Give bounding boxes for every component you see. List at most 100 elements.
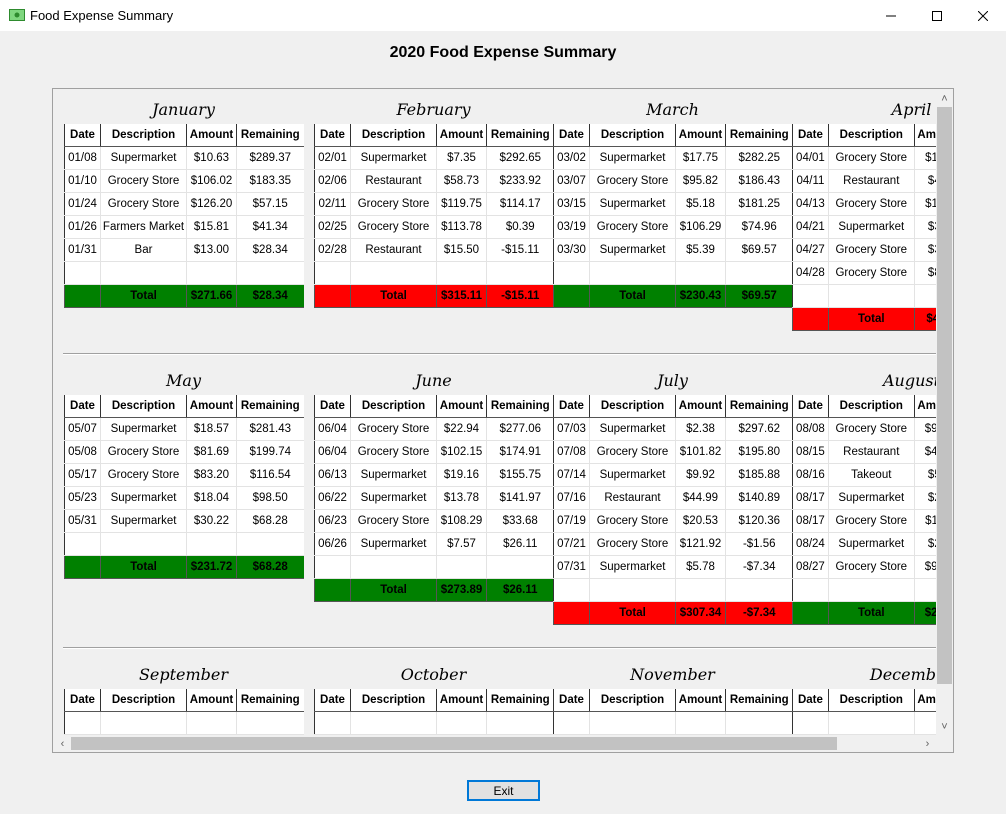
table-cell: $13.00	[186, 238, 237, 262]
table-row: 06/04 Grocery Store $102.15 $174.91	[314, 440, 554, 464]
table-cell: $15.81	[186, 215, 237, 239]
table-cell: $199.74	[236, 440, 304, 464]
table-cell	[236, 261, 304, 285]
header-row: DateDescriptionAmountRemaining	[792, 395, 937, 418]
table-cell: $96.3	[913, 417, 937, 441]
total-label: Total	[350, 578, 437, 602]
table-cell	[792, 307, 829, 331]
table-cell: $195.80	[725, 440, 793, 464]
horizontal-scroll-thumb[interactable]	[71, 737, 837, 750]
table-cell	[350, 711, 437, 735]
exit-button[interactable]: Exit	[467, 780, 540, 801]
scroll-right-icon[interactable]: ›	[919, 735, 936, 752]
table-cell: $74.96	[725, 215, 793, 239]
table-row: 04/28Grocery Store$80.	[792, 261, 937, 285]
table-cell: Supermarket	[827, 215, 915, 239]
table-cell: $5.39	[675, 238, 726, 262]
table-cell	[186, 532, 237, 556]
scroll-down-icon[interactable]: ˅	[936, 718, 953, 735]
month-title: May	[166, 371, 201, 390]
table-cell: 04/11	[792, 169, 829, 193]
table-cell: $106.29	[675, 215, 726, 239]
table-cell: $33.	[913, 238, 937, 262]
window-title: Food Expense Summary	[30, 8, 174, 23]
table-row: 06/26 Supermarket $7.57 $26.11	[314, 532, 554, 556]
scroll-up-icon[interactable]: ˄	[936, 90, 953, 107]
table-cell: Grocery Store	[350, 192, 437, 216]
header-row: DateDescriptionAmountRemaining	[64, 395, 304, 418]
column-header: Amount	[186, 124, 237, 147]
column-header: Amount	[913, 395, 937, 418]
table-cell: 07/08	[553, 440, 590, 464]
total-value: $263.	[913, 601, 937, 625]
table-cell	[64, 555, 101, 579]
table-cell: 03/19	[553, 215, 590, 239]
month-title: February	[396, 100, 471, 119]
table-cell	[675, 711, 726, 735]
table-cell: $0.39	[486, 215, 554, 239]
minimize-button[interactable]	[868, 0, 914, 31]
table-cell: 07/31	[553, 555, 590, 579]
table-cell: Grocery Store	[100, 440, 187, 464]
total-value: -$15.11	[486, 284, 554, 308]
vertical-scrollbar[interactable]: ˄ ˅	[936, 90, 953, 735]
close-button[interactable]	[960, 0, 1006, 31]
maximize-button[interactable]	[914, 0, 960, 31]
table-cell: $7.57	[436, 532, 487, 556]
column-header: Amount	[675, 689, 726, 712]
table-cell	[827, 711, 915, 735]
horizontal-scrollbar[interactable]: ‹ ›	[54, 735, 936, 752]
table-cell: Bar	[100, 238, 187, 262]
month-title: September	[138, 665, 229, 684]
scroll-area[interactable]: January Date Description Amount Remaining 01/…	[52, 88, 954, 753]
month-title: December	[869, 665, 937, 684]
month-panel-july: July Date Description Amount Remaining 07/03 S…	[553, 371, 793, 625]
table-cell: 06/23	[314, 509, 351, 533]
table-cell	[553, 261, 590, 285]
total-value: $231.72	[186, 555, 237, 579]
title-bar: Food Expense Summary	[0, 0, 1006, 31]
table-cell: Supermarket	[827, 532, 915, 556]
table-cell	[675, 578, 726, 602]
table-cell: $99.0	[913, 555, 937, 579]
month-panel-october: October Date Description Amount Remaining	[314, 665, 554, 735]
table-row: 02/01 Supermarket $7.35 $292.65	[314, 146, 554, 170]
table-cell	[436, 261, 487, 285]
table-cell: $277.06	[486, 417, 554, 441]
table-cell: 06/13	[314, 463, 351, 487]
table-cell: $121.92	[675, 532, 726, 556]
table-cell: $28.34	[236, 238, 304, 262]
total-row: Total $271.66 $28.34	[64, 284, 304, 308]
total-label: Total	[350, 284, 437, 308]
empty-row	[314, 711, 554, 735]
table-cell: $186.43	[725, 169, 793, 193]
table-cell: 05/08	[64, 440, 101, 464]
table-cell	[64, 532, 101, 556]
table-cell: $141.97	[486, 486, 554, 510]
table-cell: -$1.56	[725, 532, 793, 556]
table-cell: Grocery Store	[350, 440, 437, 464]
table-row: 01/08 Supermarket $10.63 $289.37	[64, 146, 304, 170]
total-row: Total $230.43 $69.57	[553, 284, 793, 308]
column-header: Date	[792, 689, 829, 712]
table-cell	[792, 711, 829, 735]
table-cell: Supermarket	[350, 463, 437, 487]
close-icon	[978, 10, 988, 21]
table-row: 04/11Restaurant$49.	[792, 169, 937, 193]
table-cell	[314, 711, 351, 735]
table-cell: Grocery Store	[589, 509, 676, 533]
table-cell: Grocery Store	[827, 261, 915, 285]
vertical-scroll-thumb[interactable]	[937, 107, 952, 684]
header-row: DateDescriptionAmountRemaining	[314, 395, 554, 418]
total-value: $273.89	[436, 578, 487, 602]
table-row: 05/08 Grocery Store $81.69 $199.74	[64, 440, 304, 464]
column-header: Description	[827, 689, 915, 712]
month-title: June	[415, 371, 452, 390]
table-cell: 08/16	[792, 463, 829, 487]
table-cell: $297.62	[725, 417, 793, 441]
table-cell	[913, 284, 937, 308]
column-header: Description	[589, 395, 676, 418]
scroll-left-icon[interactable]: ‹	[54, 735, 71, 752]
column-header: Description	[100, 689, 187, 712]
table-cell	[553, 711, 590, 735]
